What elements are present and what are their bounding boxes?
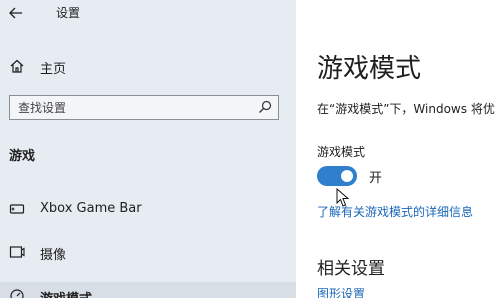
section-heading-gaming: 游戏 bbox=[9, 149, 36, 164]
search-box[interactable] bbox=[9, 95, 279, 120]
sidebar-item-game-mode[interactable]: 游戏模式 bbox=[0, 282, 296, 298]
game-mode-icon bbox=[10, 289, 24, 298]
search-icon[interactable] bbox=[258, 100, 272, 114]
sidebar-item-xbox-game-bar-label: Xbox Game Bar bbox=[40, 201, 142, 216]
game-bar-icon bbox=[9, 204, 25, 214]
app-title: 设置 bbox=[56, 6, 81, 20]
home-icon bbox=[10, 59, 24, 73]
sidebar-item-captures[interactable]: 摄像 bbox=[0, 238, 296, 266]
related-settings-heading: 相关设置 bbox=[317, 259, 385, 279]
toggle-state-text: 开 bbox=[369, 171, 383, 186]
sidebar-item-xbox-game-bar[interactable]: Xbox Game Bar bbox=[0, 195, 296, 223]
search-input[interactable] bbox=[10, 96, 258, 119]
game-mode-toggle[interactable] bbox=[317, 166, 357, 186]
sidebar-item-captures-label: 摄像 bbox=[40, 248, 67, 263]
sidebar: 设置 主页 游戏 Xbox Game Bar bbox=[0, 0, 296, 298]
capture-icon bbox=[9, 246, 25, 258]
game-mode-toggle-label: 游戏模式 bbox=[317, 145, 366, 159]
learn-more-link[interactable]: 了解有关游戏模式的详细信息 bbox=[317, 203, 473, 220]
page-title: 游戏模式 bbox=[317, 54, 422, 84]
back-arrow-icon bbox=[9, 7, 22, 19]
back-button[interactable] bbox=[6, 3, 26, 23]
game-mode-description: 在“游戏模式”下，Windows 将优 bbox=[317, 102, 495, 116]
main-content: 游戏模式 在“游戏模式”下，Windows 将优 游戏模式 开 了解有关游戏模式… bbox=[296, 0, 500, 298]
sidebar-item-home-label: 主页 bbox=[40, 62, 67, 77]
settings-window: 设置 主页 游戏 Xbox Game Bar bbox=[0, 0, 500, 298]
graphics-settings-link[interactable]: 图形设置 bbox=[317, 285, 365, 298]
toggle-knob bbox=[341, 170, 353, 182]
sidebar-item-home[interactable]: 主页 bbox=[0, 54, 296, 80]
sidebar-item-game-mode-label: 游戏模式 bbox=[40, 288, 92, 298]
